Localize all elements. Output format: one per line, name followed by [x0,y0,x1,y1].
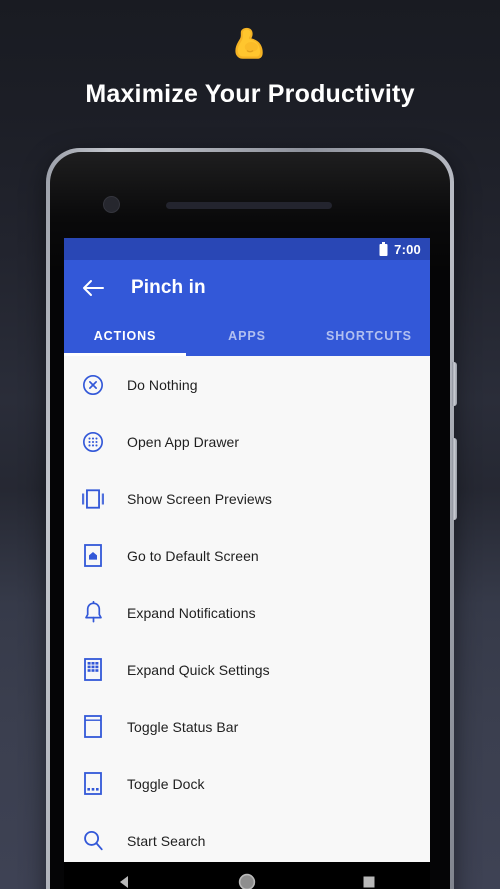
search-icon [80,828,106,854]
list-item-label: Start Search [127,832,206,849]
tab-active-indicator [64,353,186,356]
tab-actions[interactable]: ACTIONS [64,316,186,356]
status-time: 7:00 [394,241,421,257]
volume-rocker[interactable] [452,438,457,520]
home-screen-icon [80,543,106,569]
back-arrow-icon[interactable] [80,275,106,301]
bell-icon [80,600,106,626]
list-item-label: Expand Notifications [127,604,256,621]
circle-x-icon [80,372,106,398]
list-item-label: Open App Drawer [127,433,240,450]
actions-list[interactable]: Do Nothing Open App Drawer Show Screen P… [64,356,430,862]
list-item[interactable]: Toggle Dock [64,755,430,812]
tab-actions-label: ACTIONS [93,329,157,343]
page-title: Pinch in [131,277,206,298]
list-item-label: Do Nothing [127,376,198,393]
battery-full-icon [379,242,388,256]
tab-apps[interactable]: APPS [186,316,308,356]
power-button[interactable] [452,362,457,406]
status-bar: 7:00 [64,238,430,260]
list-item[interactable]: Open App Drawer [64,413,430,470]
dock-icon [80,771,106,797]
promo-screenshot: Maximize Your Productivity 7:00 Pinch in… [0,0,500,889]
list-item[interactable]: Go to Default Screen [64,527,430,584]
list-item[interactable]: Expand Notifications [64,584,430,641]
app-screen: 7:00 Pinch in ACTIONS APPS SHORTCUTS Do … [64,238,430,862]
earpiece-speaker [166,202,332,209]
app-bar: Pinch in [64,260,430,316]
list-item-label: Expand Quick Settings [127,661,270,678]
list-item[interactable]: Do Nothing [64,356,430,413]
tab-shortcuts[interactable]: SHORTCUTS [308,316,430,356]
promo-header: Maximize Your Productivity [0,0,500,109]
list-item-label: Toggle Status Bar [127,718,239,735]
tab-shortcuts-label: SHORTCUTS [326,329,412,343]
front-camera [103,196,120,213]
status-bar-icon [80,714,106,740]
promo-title: Maximize Your Productivity [85,80,415,108]
list-item[interactable]: Start Search [64,812,430,862]
list-item[interactable]: Show Screen Previews [64,470,430,527]
quick-settings-icon [80,657,106,683]
list-item-label: Go to Default Screen [127,547,259,564]
screen-previews-icon [80,486,106,512]
list-item[interactable]: Toggle Status Bar [64,698,430,755]
nav-recents-icon[interactable] [308,875,430,889]
flexed-biceps-emoji [0,18,500,66]
app-drawer-icon [80,429,106,455]
phone-mockup: 7:00 Pinch in ACTIONS APPS SHORTCUTS Do … [46,148,457,889]
nav-home-icon[interactable] [186,873,308,889]
tab-bar: ACTIONS APPS SHORTCUTS [64,316,430,356]
list-item[interactable]: Expand Quick Settings [64,641,430,698]
list-item-label: Toggle Dock [127,775,205,792]
android-nav-bar [64,862,430,889]
nav-back-icon[interactable] [64,874,186,889]
tab-apps-label: APPS [228,329,266,343]
list-item-label: Show Screen Previews [127,490,272,507]
